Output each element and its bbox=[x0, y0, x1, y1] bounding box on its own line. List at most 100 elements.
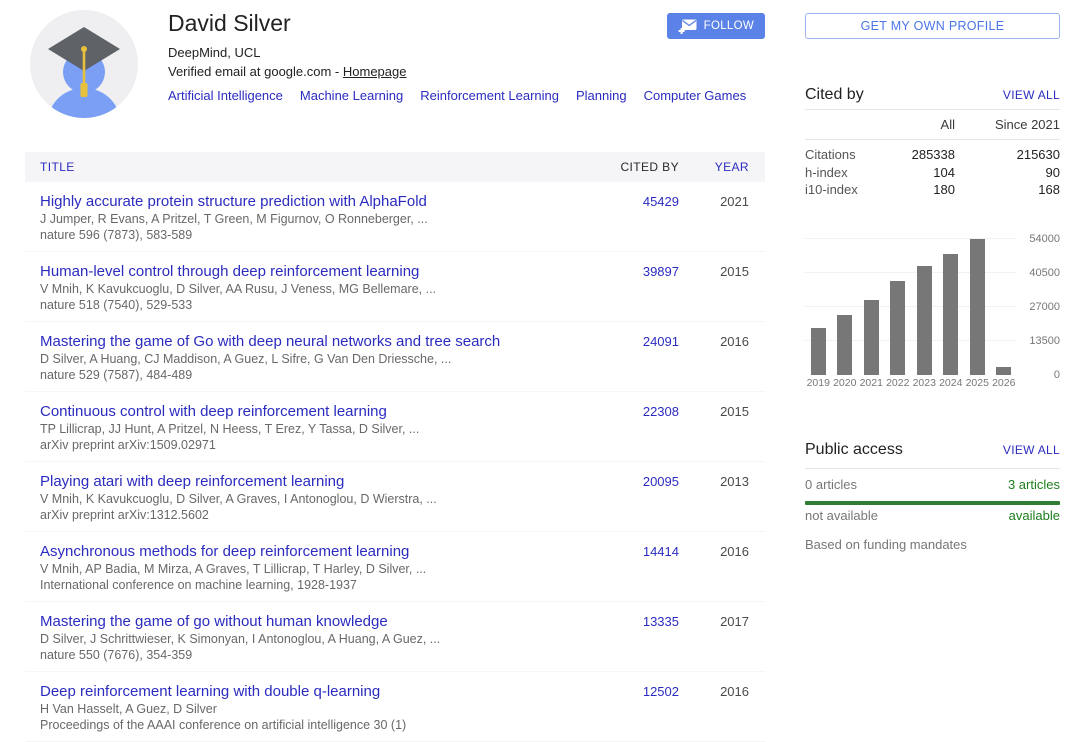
chart-bar[interactable] bbox=[864, 300, 879, 374]
publication-title-link[interactable]: Asynchronous methods for deep reinforcem… bbox=[40, 543, 409, 560]
publication-cited-count[interactable]: 45429 bbox=[599, 192, 679, 243]
chart-bar-cell bbox=[964, 239, 991, 375]
publication-cited-count[interactable]: 39897 bbox=[599, 262, 679, 313]
homepage-link[interactable]: Homepage bbox=[343, 64, 407, 79]
public-access-view-all-link[interactable]: VIEW ALL bbox=[1003, 443, 1060, 457]
table-row: Continuous control with deep reinforceme… bbox=[25, 392, 765, 462]
profile-header: David Silver DeepMind, UCL Verified emai… bbox=[25, 0, 765, 152]
public-access-counts: 0 articles 3 articles bbox=[805, 469, 1060, 492]
chart-bar[interactable] bbox=[811, 328, 826, 375]
publication-cited-count[interactable]: 22308 bbox=[599, 402, 679, 453]
citation-stat-row: h-index10490 bbox=[805, 164, 1060, 182]
publication-cited-count[interactable]: 20095 bbox=[599, 472, 679, 523]
publication-authors: H Van Hasselt, A Guez, D Silver bbox=[40, 701, 587, 717]
column-header-cited-by[interactable]: CITED BY bbox=[599, 160, 679, 174]
chart-bar-cell bbox=[885, 239, 912, 375]
chart-x-tick-label: 2022 bbox=[885, 377, 912, 389]
chart-bar-cell bbox=[832, 239, 859, 375]
chart-bar-cell bbox=[991, 239, 1018, 375]
chart-bar[interactable] bbox=[943, 254, 958, 375]
column-header-year[interactable]: YEAR bbox=[679, 160, 749, 174]
cited-by-title: Cited by bbox=[805, 86, 864, 104]
chart-bar[interactable] bbox=[996, 367, 1011, 374]
verified-email-text: Verified email at google.com - bbox=[168, 64, 343, 79]
chart-y-tick-label: 13500 bbox=[1020, 335, 1060, 347]
stat-value-all: 285338 bbox=[870, 146, 955, 164]
publication-main: Asynchronous methods for deep reinforcem… bbox=[25, 542, 599, 593]
citation-stat-row: i10-index180168 bbox=[805, 181, 1060, 199]
stat-value-all: 104 bbox=[870, 164, 955, 182]
stat-value-since: 168 bbox=[955, 181, 1060, 199]
graduate-avatar-icon bbox=[30, 10, 138, 118]
column-header-title[interactable]: TITLE bbox=[25, 160, 599, 174]
publication-title-link[interactable]: Highly accurate protein structure predic… bbox=[40, 193, 427, 210]
follow-button[interactable]: FOLLOW bbox=[667, 13, 765, 39]
follow-envelope-icon bbox=[678, 19, 697, 34]
chart-plot-area bbox=[805, 239, 1017, 375]
publication-cited-count[interactable]: 13335 bbox=[599, 612, 679, 663]
publication-title-link[interactable]: Mastering the game of Go with deep neura… bbox=[40, 333, 500, 350]
publication-year: 2016 bbox=[679, 332, 749, 383]
publication-authors: V Mnih, K Kavukcuoglu, D Silver, AA Rusu… bbox=[40, 281, 587, 297]
chart-x-tick-label: 2026 bbox=[991, 377, 1018, 389]
publication-year: 2015 bbox=[679, 262, 749, 313]
chart-bar[interactable] bbox=[837, 315, 852, 374]
interest-tag[interactable]: Artificial Intelligence bbox=[168, 88, 283, 103]
publication-venue: nature 518 (7540), 529-533 bbox=[40, 297, 587, 313]
chart-y-tick-label: 40500 bbox=[1020, 267, 1060, 279]
cited-by-section-header: Cited by VIEW ALL bbox=[805, 86, 1060, 104]
table-row: Human-level control through deep reinfor… bbox=[25, 252, 765, 322]
interest-tag[interactable]: Reinforcement Learning bbox=[420, 88, 559, 103]
get-my-own-profile-button[interactable]: GET MY OWN PROFILE bbox=[805, 13, 1060, 39]
sidebar: GET MY OWN PROFILE Cited by VIEW ALL All… bbox=[805, 0, 1060, 552]
chart-bar[interactable] bbox=[917, 266, 932, 374]
stat-value-all: 180 bbox=[870, 181, 955, 199]
publication-venue: Proceedings of the AAAI conference on ar… bbox=[40, 717, 587, 733]
publication-title-link[interactable]: Deep reinforcement learning with double … bbox=[40, 683, 380, 700]
publication-title-link[interactable]: Continuous control with deep reinforceme… bbox=[40, 403, 387, 420]
table-row: Mastering the game of Go with deep neura… bbox=[25, 322, 765, 392]
citations-bar-chart: 20192020202120222023202420252026 0135002… bbox=[805, 235, 1060, 393]
table-row: Asynchronous methods for deep reinforcem… bbox=[25, 532, 765, 602]
public-access-section-header: Public access VIEW ALL bbox=[805, 441, 1060, 459]
publication-authors: J Jumper, R Evans, A Pritzel, T Green, M… bbox=[40, 211, 587, 227]
profile-avatar[interactable] bbox=[30, 10, 138, 118]
chart-x-tick-label: 2019 bbox=[805, 377, 832, 389]
publication-venue: arXiv preprint arXiv:1312.5602 bbox=[40, 507, 587, 523]
chart-bar[interactable] bbox=[970, 239, 985, 375]
chart-x-tick-label: 2023 bbox=[911, 377, 938, 389]
interest-tag[interactable]: Machine Learning bbox=[300, 88, 403, 103]
chart-y-tick-label: 54000 bbox=[1020, 233, 1060, 245]
stat-label: Citations bbox=[805, 146, 870, 164]
stat-value-since: 90 bbox=[955, 164, 1060, 182]
publication-title-link[interactable]: Mastering the game of go without human k… bbox=[40, 613, 388, 630]
publication-main: Playing atari with deep reinforcement le… bbox=[25, 472, 599, 523]
interest-tag[interactable]: Computer Games bbox=[644, 88, 747, 103]
chart-bar[interactable] bbox=[890, 281, 905, 374]
table-row: Playing atari with deep reinforcement le… bbox=[25, 462, 765, 532]
publication-main: Mastering the game of go without human k… bbox=[25, 612, 599, 663]
publication-title-link[interactable]: Playing atari with deep reinforcement le… bbox=[40, 473, 344, 490]
publication-year: 2021 bbox=[679, 192, 749, 243]
publication-year: 2013 bbox=[679, 472, 749, 523]
publication-cited-count[interactable]: 12502 bbox=[599, 682, 679, 733]
profile-affiliation: DeepMind, UCL bbox=[168, 43, 765, 62]
cited-by-view-all-link[interactable]: VIEW ALL bbox=[1003, 88, 1060, 102]
publications-list: Highly accurate protein structure predic… bbox=[25, 182, 765, 742]
citation-stat-row: Citations285338215630 bbox=[805, 146, 1060, 164]
publication-cited-count[interactable]: 24091 bbox=[599, 332, 679, 383]
follow-button-label: FOLLOW bbox=[704, 20, 754, 32]
cited-by-col-since: Since 2021 bbox=[955, 117, 1060, 132]
interest-tags: Artificial Intelligence Machine Learning R… bbox=[168, 87, 765, 105]
interest-tag[interactable]: Planning bbox=[576, 88, 627, 103]
publication-main: Continuous control with deep reinforceme… bbox=[25, 402, 599, 453]
publication-title-link[interactable]: Human-level control through deep reinfor… bbox=[40, 263, 419, 280]
chart-bar-cell bbox=[858, 239, 885, 375]
chart-x-tick-label: 2021 bbox=[858, 377, 885, 389]
chart-bars bbox=[805, 239, 1017, 375]
chart-y-tick-label: 0 bbox=[1020, 369, 1060, 381]
chart-x-tick-label: 2025 bbox=[964, 377, 991, 389]
publications-table: TITLE CITED BY YEAR Highly accurate prot… bbox=[25, 152, 765, 742]
publication-cited-count[interactable]: 14414 bbox=[599, 542, 679, 593]
public-access-note: Based on funding mandates bbox=[805, 537, 1060, 552]
